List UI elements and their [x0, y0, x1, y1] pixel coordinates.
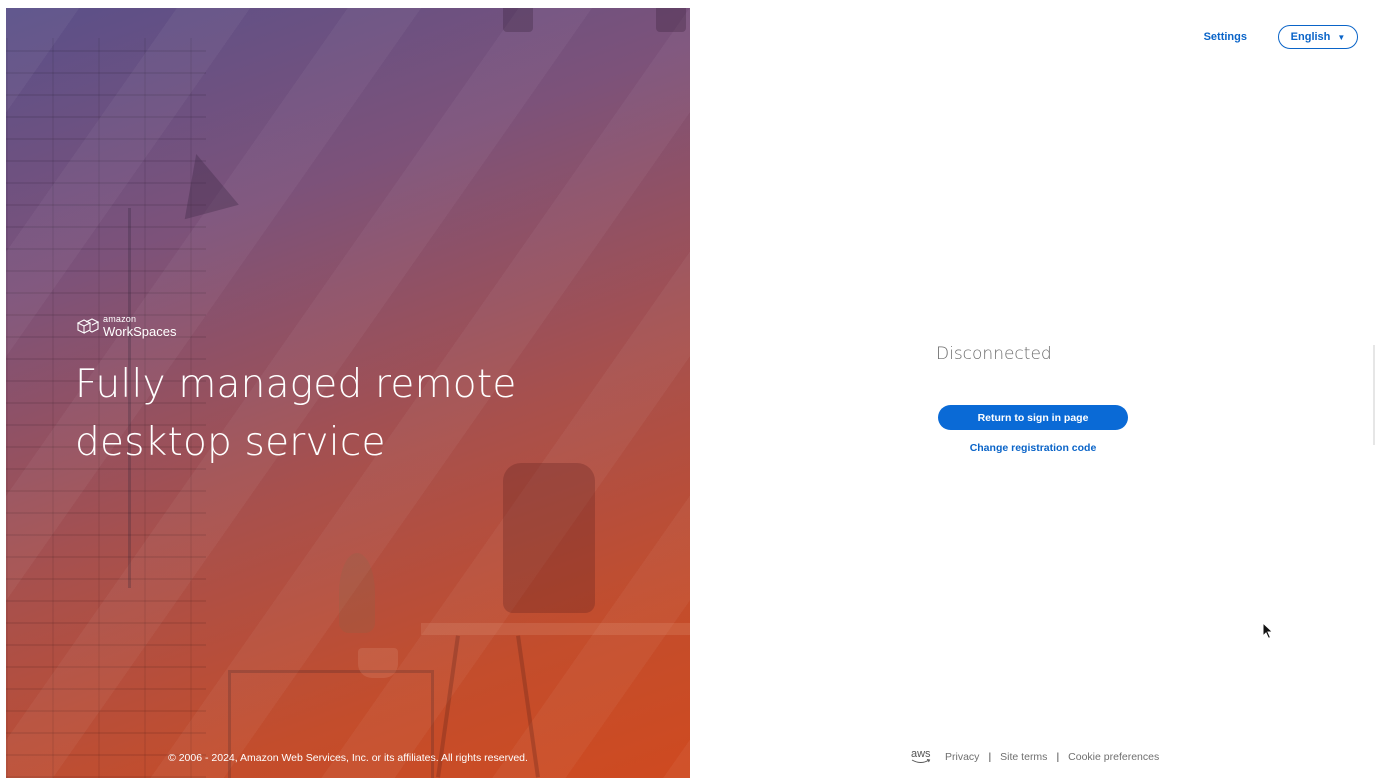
return-to-sign-in-button[interactable]: Return to sign in page	[938, 405, 1128, 430]
hero-headline-line2: desktop service	[75, 420, 386, 465]
top-bar: Settings English ▼	[1204, 25, 1358, 49]
aws-smile-icon	[911, 759, 931, 763]
hero-office-chair	[503, 463, 595, 613]
hero-ceiling-light	[656, 8, 686, 32]
privacy-link[interactable]: Privacy	[945, 751, 979, 763]
cookie-preferences-link[interactable]: Cookie preferences	[1068, 751, 1159, 763]
hero-plant-pot	[358, 648, 398, 678]
brand-wordmark: amazon WorkSpaces	[103, 314, 177, 339]
brand-amazon-text: amazon	[103, 314, 137, 324]
footer: aws Privacy | Site terms | Cookie prefer…	[911, 749, 1159, 764]
caret-down-icon: ▼	[1337, 32, 1346, 42]
footer-separator: |	[1056, 750, 1060, 763]
site-terms-link[interactable]: Site terms	[1000, 751, 1047, 763]
connection-status: Disconnected	[936, 344, 1052, 364]
brand-workspaces-text: WorkSpaces	[103, 324, 177, 339]
change-registration-code-link[interactable]: Change registration code	[938, 442, 1128, 454]
aws-logo: aws	[911, 749, 931, 764]
hero-ceiling-light	[503, 8, 533, 32]
mouse-cursor-icon	[1262, 622, 1274, 640]
language-select-button[interactable]: English ▼	[1278, 25, 1358, 49]
footer-separator: |	[988, 750, 992, 763]
workspaces-cube-icon	[76, 317, 99, 334]
workspaces-page: amazon WorkSpaces Fully managed remote d…	[0, 0, 1375, 778]
workspaces-logo: amazon WorkSpaces	[75, 315, 176, 338]
hero-panel: amazon WorkSpaces Fully managed remote d…	[6, 8, 690, 778]
settings-link[interactable]: Settings	[1204, 31, 1247, 43]
hero-plant	[339, 553, 375, 633]
language-label: English	[1290, 31, 1331, 43]
hero-headline-line1: Fully managed remote	[75, 362, 517, 407]
hero-desk	[421, 623, 690, 635]
copyright-text: © 2006 - 2024, Amazon Web Services, Inc.…	[168, 752, 528, 764]
hero-headline: Fully managed remote desktop service	[75, 356, 635, 472]
